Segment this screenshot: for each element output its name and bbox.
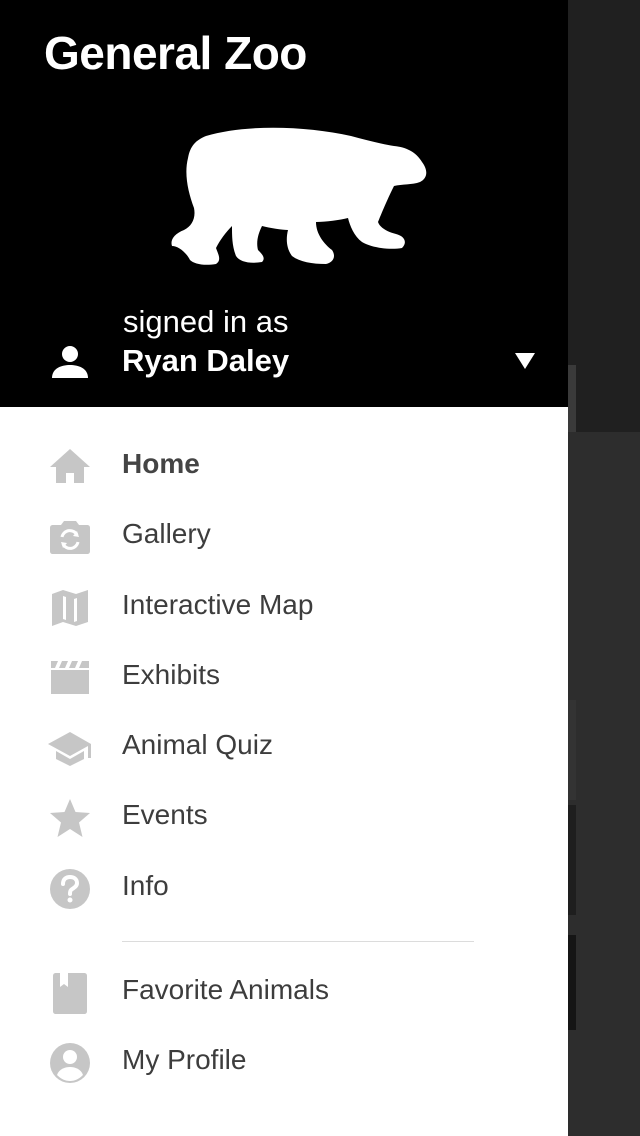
menu-divider xyxy=(0,924,568,958)
star-icon xyxy=(50,799,90,838)
menu-item-label: Gallery xyxy=(122,518,211,550)
help-icon xyxy=(50,868,90,909)
dropdown-arrow-icon[interactable] xyxy=(512,350,538,372)
menu-item-animal-quiz[interactable]: Animal Quiz xyxy=(0,713,568,783)
camera-icon xyxy=(50,521,90,555)
menu-item-label: Interactive Map xyxy=(122,588,314,620)
map-icon xyxy=(52,589,88,626)
backdrop-header xyxy=(568,0,640,432)
signed-in-label: signed in as xyxy=(123,304,289,339)
backdrop-edge xyxy=(568,805,576,915)
menu-item-label: Exhibits xyxy=(122,658,221,690)
menu-item-favorite-animals[interactable]: Favorite Animals xyxy=(0,958,568,1028)
graduation-cap-icon xyxy=(48,732,91,767)
polar-bear-logo xyxy=(171,127,427,265)
account-circle-icon xyxy=(50,1043,90,1084)
backdrop-edge xyxy=(568,365,576,432)
account-name[interactable]: Ryan Daley xyxy=(122,343,289,379)
clapperboard-icon xyxy=(51,660,89,694)
app-title: General Zoo xyxy=(44,27,307,79)
menu-item-label: Favorite Animals xyxy=(122,974,329,1006)
home-icon xyxy=(50,449,90,483)
menu-item-my-profile[interactable]: My Profile xyxy=(0,1028,568,1098)
backdrop-edge xyxy=(568,935,576,1030)
navigation-drawer: General Zoo signed in as Ryan Daley Home xyxy=(0,0,568,1136)
menu-item-events[interactable]: Events xyxy=(0,783,568,853)
menu-item-label: Info xyxy=(122,869,169,901)
menu-item-label: Events xyxy=(122,799,208,831)
drawer-menu: Home Gallery Interactive Map Exhibits An… xyxy=(0,432,568,1099)
menu-item-interactive-map[interactable]: Interactive Map xyxy=(0,573,568,643)
menu-item-home[interactable]: Home xyxy=(0,432,568,502)
menu-item-label: Home xyxy=(122,448,200,479)
backdrop-edge xyxy=(568,700,576,800)
menu-item-info[interactable]: Info xyxy=(0,854,568,924)
menu-item-exhibits[interactable]: Exhibits xyxy=(0,643,568,713)
person-icon xyxy=(52,346,88,378)
bookmark-icon xyxy=(53,973,87,1015)
menu-item-label: Animal Quiz xyxy=(122,729,273,761)
menu-item-label: My Profile xyxy=(122,1044,247,1076)
drawer-header: General Zoo signed in as Ryan Daley xyxy=(0,0,568,407)
menu-item-gallery[interactable]: Gallery xyxy=(0,502,568,572)
